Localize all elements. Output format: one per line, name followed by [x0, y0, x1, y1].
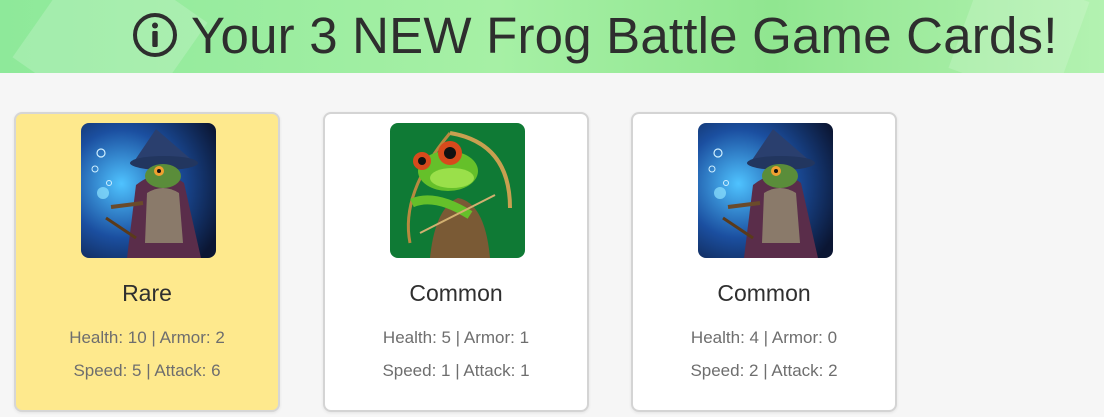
- card-stats-health-armor: Health: 5 | Armor: 1: [382, 328, 530, 347]
- card-stats-speed-attack: Speed: 2 | Attack: 2: [690, 361, 838, 380]
- wizard-frog-icon: [81, 123, 216, 258]
- card-stats-health-armor: Health: 4 | Armor: 0: [690, 328, 838, 347]
- archer-frog-icon: [390, 123, 525, 258]
- card-stats-speed-attack: Speed: 1 | Attack: 1: [382, 361, 530, 380]
- game-card[interactable]: Common Health: 5 | Armor: 1 Speed: 1 | A…: [323, 112, 589, 412]
- card-rarity: Common: [717, 280, 811, 306]
- banner-title: Your 3 NEW Frog Battle Game Cards!: [191, 6, 1058, 64]
- game-card[interactable]: Common Health: 4 | Armor: 0 Speed: 2 | A…: [631, 112, 897, 412]
- card-stats-speed-attack: Speed: 5 | Attack: 6: [73, 361, 221, 380]
- card-rarity: Common: [409, 280, 503, 306]
- game-card[interactable]: Rare Health: 10 | Armor: 2 Speed: 5 | At…: [14, 112, 280, 412]
- banner-content: Your 3 NEW Frog Battle Game Cards!: [131, 2, 1058, 68]
- header-banner: Your 3 NEW Frog Battle Game Cards!: [0, 0, 1104, 73]
- info-icon: [133, 13, 177, 57]
- wizard-frog-icon: [698, 123, 833, 258]
- card-rarity: Rare: [122, 280, 172, 306]
- card-stats-health-armor: Health: 10 | Armor: 2: [69, 328, 225, 347]
